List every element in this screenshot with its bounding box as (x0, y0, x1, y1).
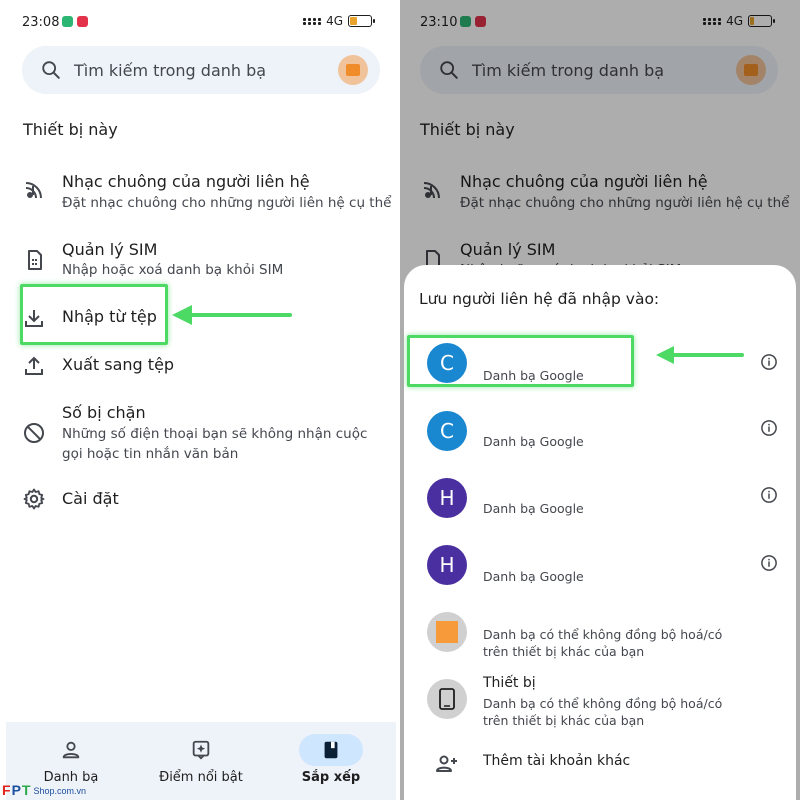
highlights-icon (192, 740, 210, 760)
account-picker-sheet: Lưu người liên hệ đã nhập vào: C Danh bạ… (404, 265, 796, 800)
phone-device-icon (439, 688, 455, 710)
add-account-button[interactable]: Thêm tài khoản khác (404, 743, 796, 787)
section-title: Thiết bị này (23, 120, 118, 139)
menu-subtitle: Những số điện thoại bạn sẽ không nhận cu… (62, 426, 368, 462)
sim-card-icon (28, 250, 42, 270)
network-type: 4G (326, 14, 343, 28)
nav-tab-highlights[interactable]: Điểm nổi bật (136, 722, 266, 800)
account-type: Danh bạ có thể không đồng bộ hoá/có trên… (483, 696, 723, 728)
left-screenshot: 23:08 4G Tìm kiếm trong danh bạ Thiết bị… (0, 0, 400, 800)
menu-item-ringtone[interactable]: Nhạc chuông của người liên hệ Đặt nhạc c… (22, 170, 392, 220)
search-input[interactable]: Tìm kiếm trong danh bạ (74, 61, 266, 80)
upload-icon (25, 356, 43, 375)
nav-label: Sắp xếp (301, 770, 361, 785)
account-row[interactable]: Danh bạ có thể không đồng bộ hoá/có trên… (404, 605, 796, 669)
highlight-box (20, 284, 168, 345)
account-type: Danh bạ Google (483, 434, 584, 449)
menu-item-blocked-numbers[interactable]: Số bị chặn Những số điện thoại bạn sẽ kh… (22, 401, 392, 465)
account-type: Danh bạ có thể không đồng bộ hoá/có trên… (483, 627, 723, 659)
account-avatar[interactable] (338, 55, 368, 85)
menu-subtitle: Nhập hoặc xoá danh bạ khỏi SIM (62, 262, 284, 278)
account-type: Danh bạ Google (483, 501, 584, 516)
account-name: Thiết bị (483, 675, 536, 691)
account-type: Danh bạ Google (483, 569, 584, 584)
menu-label: Xuất sang tệp (62, 355, 175, 374)
search-bar[interactable]: Tìm kiếm trong danh bạ (22, 46, 380, 94)
block-icon (24, 423, 44, 443)
info-icon[interactable] (760, 419, 778, 437)
menu-label: Số bị chặn (62, 403, 146, 422)
add-account-label: Thêm tài khoản khác (483, 753, 631, 769)
watermark-letter-f: F (2, 782, 11, 798)
menu-label: Nhạc chuông của người liên hệ (62, 172, 310, 191)
menu-item-sim-manager[interactable]: Quản lý SIM Nhập hoặc xoá danh bạ khỏi S… (22, 238, 392, 282)
menu-subtitle: Đặt nhạc chuông cho những người liên hệ … (62, 195, 392, 211)
account-row[interactable]: H Danh bạ Google (404, 466, 796, 530)
add-person-icon (436, 755, 457, 772)
status-bar: 23:08 4G (0, 0, 400, 44)
right-screenshot: 23:10 4G Tìm kiếm trong danh bạ Thiết bị… (400, 0, 800, 800)
person-icon (62, 741, 80, 759)
shield-status-icon (62, 16, 73, 27)
device-avatar (427, 679, 467, 719)
watermark-text: Shop.com.vn (33, 786, 86, 796)
status-indicators: 4G (303, 14, 375, 28)
nav-tab-organize[interactable]: Sắp xếp (266, 722, 396, 800)
sheet-title: Lưu người liên hệ đã nhập vào: (419, 290, 660, 308)
battery-icon (348, 15, 375, 27)
app-account-avatar (427, 612, 467, 652)
account-avatar: C (427, 411, 467, 451)
account-avatar: H (427, 545, 467, 585)
info-icon[interactable] (760, 554, 778, 572)
app-notification-icon (77, 16, 88, 27)
signal-icon (303, 17, 322, 25)
account-row[interactable]: H Danh bạ Google (404, 534, 796, 598)
highlight-box (407, 335, 634, 387)
gear-icon (23, 488, 45, 510)
menu-item-settings[interactable]: Cài đặt (22, 486, 392, 516)
pointer-arrow-icon (172, 305, 292, 325)
fpt-shop-watermark: F P T Shop.com.vn (2, 782, 86, 798)
search-icon (42, 61, 60, 79)
info-icon[interactable] (760, 353, 778, 371)
info-icon[interactable] (760, 486, 778, 504)
menu-item-export-file[interactable]: Xuất sang tệp (22, 352, 392, 382)
nav-label: Điểm nổi bật (159, 770, 243, 785)
ringtone-icon (25, 182, 42, 199)
account-avatar: H (427, 478, 467, 518)
account-row-device[interactable]: Thiết bị Danh bạ có thể không đồng bộ ho… (404, 671, 796, 731)
pointer-arrow-icon (656, 346, 744, 364)
menu-label: Cài đặt (62, 489, 119, 508)
menu-label: Quản lý SIM (62, 240, 158, 259)
organize-icon (324, 741, 338, 759)
watermark-letter-t: T (21, 782, 31, 798)
account-row[interactable]: C Danh bạ Google (404, 399, 796, 463)
watermark-letter-p: P (11, 782, 21, 798)
status-time: 23:08 (22, 15, 60, 30)
